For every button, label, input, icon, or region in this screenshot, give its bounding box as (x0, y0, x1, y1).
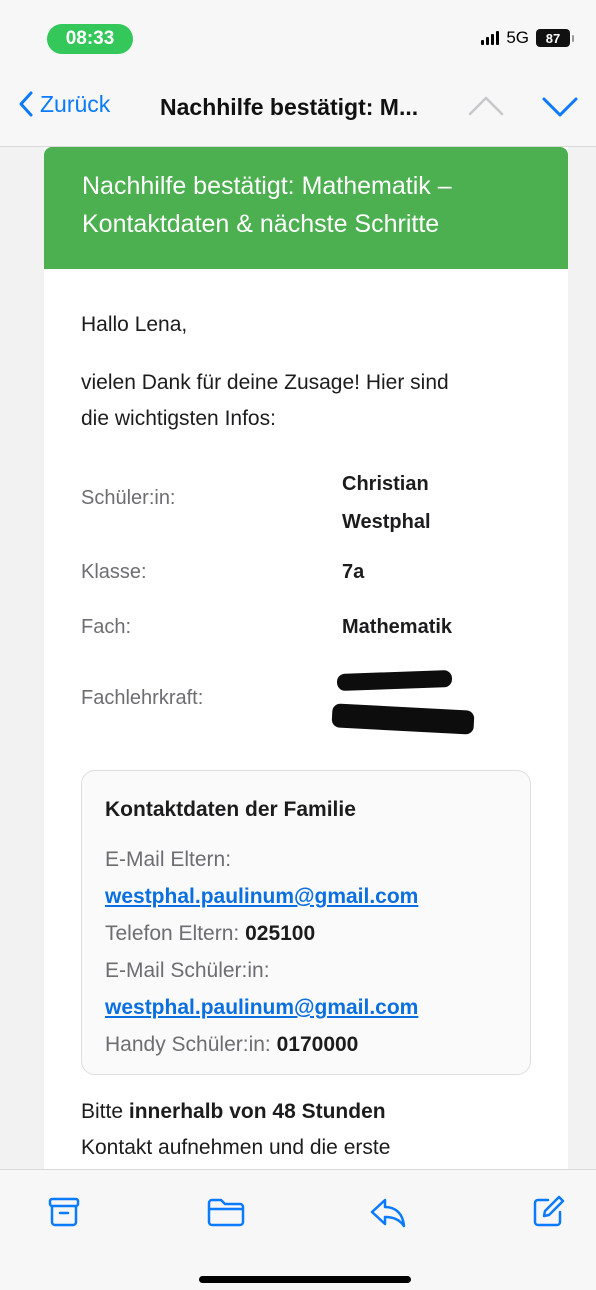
detail-value: 7a (342, 561, 365, 583)
closing-text: Bitte innerhalb von 48 Stunden Kontakt a… (81, 1094, 541, 1166)
redaction-mark (336, 669, 453, 692)
detail-value-line1: Christian (342, 473, 429, 495)
detail-label: Schüler:in: (81, 487, 176, 509)
mobile-student-row: Handy Schüler:in: 0170000 (105, 1026, 525, 1063)
intro-text: vielen Dank für deine Zusage! Hier sind … (81, 365, 541, 437)
status-indicators: 5G 87 (481, 28, 574, 48)
detail-label: Fachlehrkraft: (81, 687, 204, 709)
nav-bar: Zurück Nachhilfe bestätigt: M... (0, 70, 596, 147)
phone-parents-value[interactable]: 025100 (245, 922, 315, 945)
contact-title: Kontaktdaten der Familie (105, 798, 356, 821)
folder-icon[interactable] (206, 1194, 246, 1230)
battery-icon: 87 (536, 29, 570, 47)
mail-card: Nachhilfe bestätigt: Mathematik – Kontak… (44, 147, 568, 1169)
back-button[interactable]: Zurück (18, 90, 110, 118)
mobile-student-value[interactable]: 0170000 (277, 1033, 359, 1056)
status-time: 08:33 (47, 24, 133, 54)
chevron-left-icon (19, 91, 33, 117)
phone-parents-row: Telefon Eltern: 025100 (105, 915, 525, 952)
back-label: Zurück (40, 90, 111, 117)
network-type: 5G (506, 28, 529, 47)
compose-icon[interactable] (530, 1194, 566, 1230)
mail-header-line1: Nachhilfe bestätigt: Mathematik – (82, 172, 452, 200)
email-student-label: E-Mail Schüler:in: (105, 959, 270, 982)
signal-icon (481, 31, 500, 45)
reply-icon[interactable] (368, 1194, 408, 1230)
battery-tip (572, 34, 574, 42)
detail-label: Fach: (81, 616, 132, 638)
mobile-student-label: Handy Schüler:in: (105, 1033, 271, 1056)
closing-line1: Bitte innerhalb von 48 Stunden (81, 1094, 541, 1130)
bottom-toolbar (0, 1169, 596, 1290)
intro-line2: die wichtigsten Infos: (81, 407, 276, 430)
chevron-up-icon[interactable] (466, 92, 506, 118)
mail-header-line2: Kontaktdaten & nächste Schritte (82, 210, 440, 238)
detail-value: Mathematik (342, 616, 453, 638)
archive-icon[interactable] (46, 1194, 82, 1230)
closing-prefix: Bitte (81, 1100, 124, 1123)
redaction-mark (331, 703, 475, 735)
phone-parents-label: Telefon Eltern: (105, 922, 240, 945)
detail-label: Klasse: (81, 561, 147, 583)
greeting: Hallo Lena, (81, 313, 188, 336)
email-parents-label: E-Mail Eltern: (105, 848, 232, 871)
email-student-link[interactable]: westphal.paulinum@gmail.com (105, 996, 418, 1019)
contact-lines: E-Mail Eltern: westphal.paulinum@gmail.c… (105, 841, 525, 1063)
status-bar: 08:33 5G 87 (0, 0, 596, 70)
email-parents-link[interactable]: westphal.paulinum@gmail.com (105, 885, 418, 908)
chevron-down-icon[interactable] (540, 94, 580, 120)
detail-value-line2: Westphal (342, 511, 431, 533)
detail-value: Christian Westphal (342, 465, 522, 541)
closing-line2: Kontakt aufnehmen und die erste (81, 1136, 391, 1159)
closing-bold: innerhalb von 48 Stunden (128, 1100, 386, 1123)
home-indicator (199, 1276, 411, 1283)
mail-content[interactable]: Nachhilfe bestätigt: Mathematik – Kontak… (0, 147, 596, 1169)
intro-line1: vielen Dank für deine Zusage! Hier sind (81, 371, 449, 394)
nav-title: Nachhilfe bestätigt: M... (160, 94, 419, 120)
mail-header: Nachhilfe bestätigt: Mathematik – Kontak… (44, 147, 568, 269)
contact-box: Kontaktdaten der Familie E-Mail Eltern: … (81, 770, 531, 1075)
